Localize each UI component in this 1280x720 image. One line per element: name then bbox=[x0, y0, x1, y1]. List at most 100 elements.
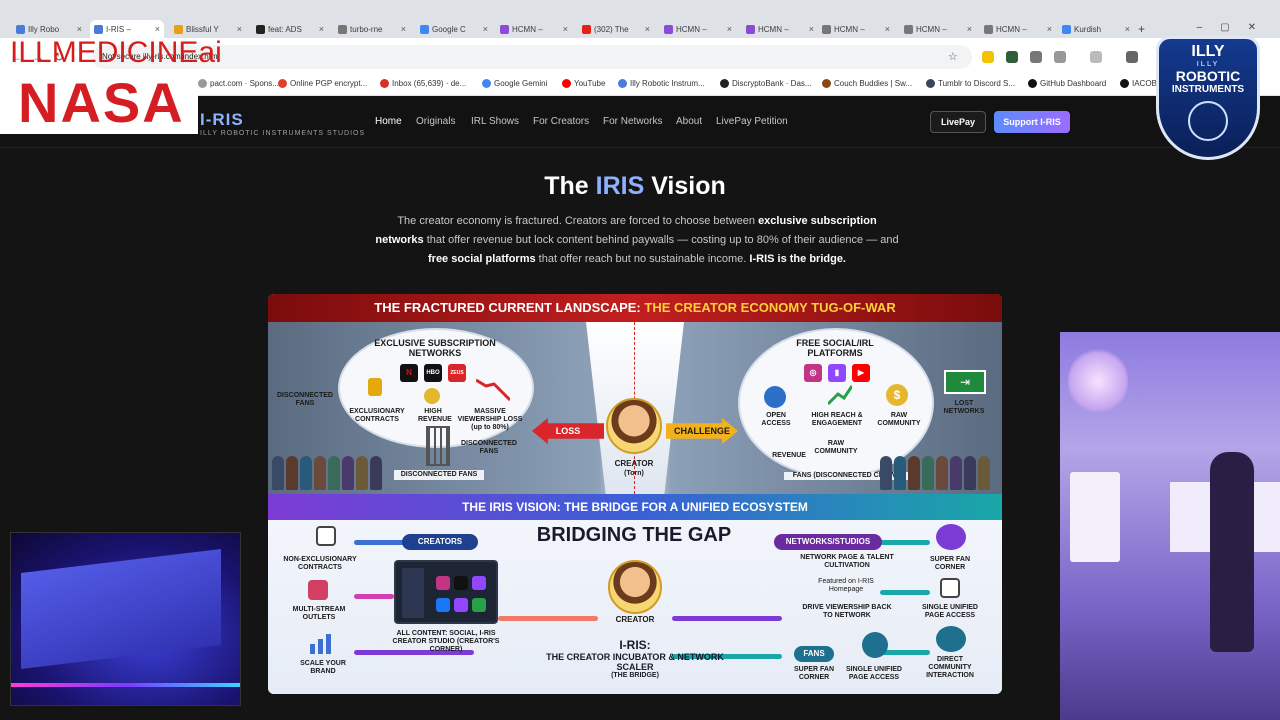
nav-home[interactable]: Home bbox=[375, 116, 402, 127]
browser-tab[interactable]: Google C × bbox=[416, 20, 492, 38]
tab-close-icon[interactable]: × bbox=[73, 24, 82, 34]
bookmark-item[interactable]: Tumblr to Discord S... bbox=[926, 79, 1015, 88]
decline-chart-icon bbox=[476, 378, 510, 402]
tab-close-icon[interactable]: × bbox=[805, 24, 814, 34]
nav-for-networks[interactable]: For Networks bbox=[603, 116, 662, 127]
menu-icon[interactable] bbox=[1126, 51, 1138, 63]
site-logo-text[interactable]: I-RIS bbox=[200, 110, 244, 130]
instagram-icon: ◎ bbox=[804, 364, 822, 382]
tab-close-icon[interactable]: × bbox=[1121, 24, 1130, 34]
livepay-button[interactable]: LivePay bbox=[930, 111, 986, 133]
tab-close-icon[interactable]: × bbox=[723, 24, 732, 34]
tab-close-icon[interactable]: × bbox=[881, 24, 890, 34]
browser-tab[interactable]: HCMN – × bbox=[900, 20, 976, 38]
tab-close-icon[interactable]: × bbox=[151, 24, 160, 34]
unified-page-icon bbox=[940, 578, 960, 598]
nav-livepay-petition[interactable]: LivePay Petition bbox=[716, 116, 788, 127]
bookmark-star-icon[interactable]: ☆ bbox=[948, 50, 958, 63]
bookmark-favicon-icon bbox=[618, 79, 627, 88]
webcam-overlay-right bbox=[1060, 332, 1280, 720]
bookmark-item[interactable]: Google Gemini bbox=[482, 79, 547, 88]
label-massive-loss: MASSIVE VIEWERSHIP LOSS (up to 80%) bbox=[457, 408, 523, 431]
bookmark-item[interactable]: pact.com · Spons... bbox=[198, 79, 279, 88]
bookmark-item[interactable]: GitHub Dashboard bbox=[1028, 79, 1106, 88]
browser-tab[interactable]: HCMN – × bbox=[496, 20, 572, 38]
label-drive-viewership: DRIVE VIEWERSHIP BACK TO NETWORK bbox=[802, 604, 892, 619]
challenge-arrow: CHALLENGE bbox=[666, 418, 738, 444]
bookmark-favicon-icon bbox=[278, 79, 287, 88]
globe-icon bbox=[764, 386, 786, 408]
right-bubble-title: FREE SOCIAL/IRL PLATFORMS bbox=[796, 338, 874, 358]
community-icon bbox=[936, 626, 966, 652]
badge-text: ILLY bbox=[1196, 61, 1220, 68]
tab-close-icon[interactable]: × bbox=[233, 24, 242, 34]
bookmark-favicon-icon bbox=[198, 79, 207, 88]
bookmark-item[interactable]: Inbox (65,639) · de... bbox=[380, 79, 466, 88]
instagram-icon bbox=[436, 576, 450, 590]
window-controls[interactable]: –▢✕ bbox=[1197, 22, 1274, 33]
contract-icon bbox=[316, 526, 336, 546]
nav-irl-shows[interactable]: IRL Shows bbox=[471, 116, 519, 127]
hero-intro: The creator economy is fractured. Creato… bbox=[372, 212, 902, 269]
loss-arrow: LOSS bbox=[532, 418, 604, 444]
bookmark-item[interactable]: YouTube bbox=[562, 79, 605, 88]
label-high-reach: HIGH REACH & ENGAGEMENT bbox=[811, 412, 863, 427]
tab-close-icon[interactable]: × bbox=[963, 24, 972, 34]
tab-favicon-icon bbox=[16, 24, 25, 34]
intro-text: The creator economy is fractured. Creato… bbox=[397, 215, 759, 227]
bookmark-item[interactable]: DiscryptoBank · Das... bbox=[720, 79, 812, 88]
tab-favicon-icon bbox=[904, 24, 913, 34]
fans-pill: FANS bbox=[794, 646, 834, 662]
browser-tab[interactable]: HCMN – × bbox=[742, 20, 818, 38]
label-scale-brand: SCALE YOUR BRAND bbox=[300, 660, 346, 675]
browser-tab[interactable]: turbo-rne × bbox=[334, 20, 410, 38]
hero-title-post: Vision bbox=[644, 172, 726, 200]
tab-close-icon[interactable]: × bbox=[559, 24, 568, 34]
browser-tab[interactable]: HCMN – × bbox=[818, 20, 894, 38]
bookmark-item[interactable]: IACOB bbox=[1120, 79, 1157, 88]
label-direct-community: DIRECT COMMUNITY INTERACTION bbox=[926, 656, 974, 679]
tab-close-icon[interactable]: × bbox=[479, 24, 488, 34]
browser-tab[interactable]: (302) The × bbox=[578, 20, 654, 38]
bookmark-label: DiscryptoBank · Das... bbox=[732, 79, 812, 88]
extension-icon[interactable] bbox=[1006, 51, 1018, 63]
disconnected-crowd-left bbox=[272, 450, 392, 490]
tab-label: turbo-rne bbox=[350, 24, 383, 34]
iris-caption-title: I-RIS: bbox=[619, 638, 651, 652]
banner-text: THE FRACTURED CURRENT LANDSCAPE: bbox=[374, 300, 645, 315]
extension-icon[interactable] bbox=[1030, 51, 1042, 63]
fans-group-icon bbox=[862, 632, 888, 658]
tab-close-icon[interactable]: × bbox=[397, 24, 406, 34]
torn-creator-avatar bbox=[606, 398, 662, 454]
flow-line bbox=[880, 650, 930, 655]
new-tab-button[interactable]: + bbox=[1138, 22, 1145, 36]
iris-caption-bridge: (THE BRIDGE) bbox=[611, 672, 659, 679]
tab-label: (302) The bbox=[594, 24, 629, 34]
nav-about[interactable]: About bbox=[676, 116, 702, 127]
flow-line bbox=[880, 590, 930, 595]
tab-search-icon[interactable] bbox=[1090, 51, 1102, 63]
bookmark-favicon-icon bbox=[1120, 79, 1129, 88]
webcam-overlay-left bbox=[10, 532, 241, 706]
support-iris-button[interactable]: Support I-RIS bbox=[994, 111, 1070, 133]
extension-icon[interactable] bbox=[982, 51, 994, 63]
browser-tab[interactable]: feat: ADS × bbox=[252, 20, 328, 38]
browser-tab[interactable]: HCMN – × bbox=[660, 20, 736, 38]
extensions-puzzle-icon[interactable] bbox=[1054, 51, 1066, 63]
browser-tab[interactable]: HCMN – × bbox=[980, 20, 1056, 38]
nav-originals[interactable]: Originals bbox=[416, 116, 455, 127]
label-creator-torn: CREATOR bbox=[614, 459, 654, 468]
bookmark-item[interactable]: Online PGP encrypt... bbox=[278, 79, 367, 88]
bookmark-item[interactable]: Couch Buddies | Sw... bbox=[822, 79, 912, 88]
address-input[interactable]: Not secure illy-ris.com/index.html bbox=[92, 45, 972, 69]
twitch-icon: ▮ bbox=[828, 364, 846, 382]
label-raw-community: RAW COMMUNITY bbox=[877, 412, 921, 427]
bookmark-item[interactable]: Illy Robotic Instrum... bbox=[618, 79, 705, 88]
tab-close-icon[interactable]: × bbox=[1043, 24, 1052, 34]
illmedicine-watermark: ILLMEDICINEai bbox=[10, 36, 222, 69]
nav-for-creators[interactable]: For Creators bbox=[533, 116, 589, 127]
badge-text: ILLY bbox=[1191, 43, 1225, 60]
tab-close-icon[interactable]: × bbox=[315, 24, 324, 34]
tab-close-icon[interactable]: × bbox=[641, 24, 650, 34]
browser-tab[interactable]: Kurdish × bbox=[1058, 20, 1134, 38]
